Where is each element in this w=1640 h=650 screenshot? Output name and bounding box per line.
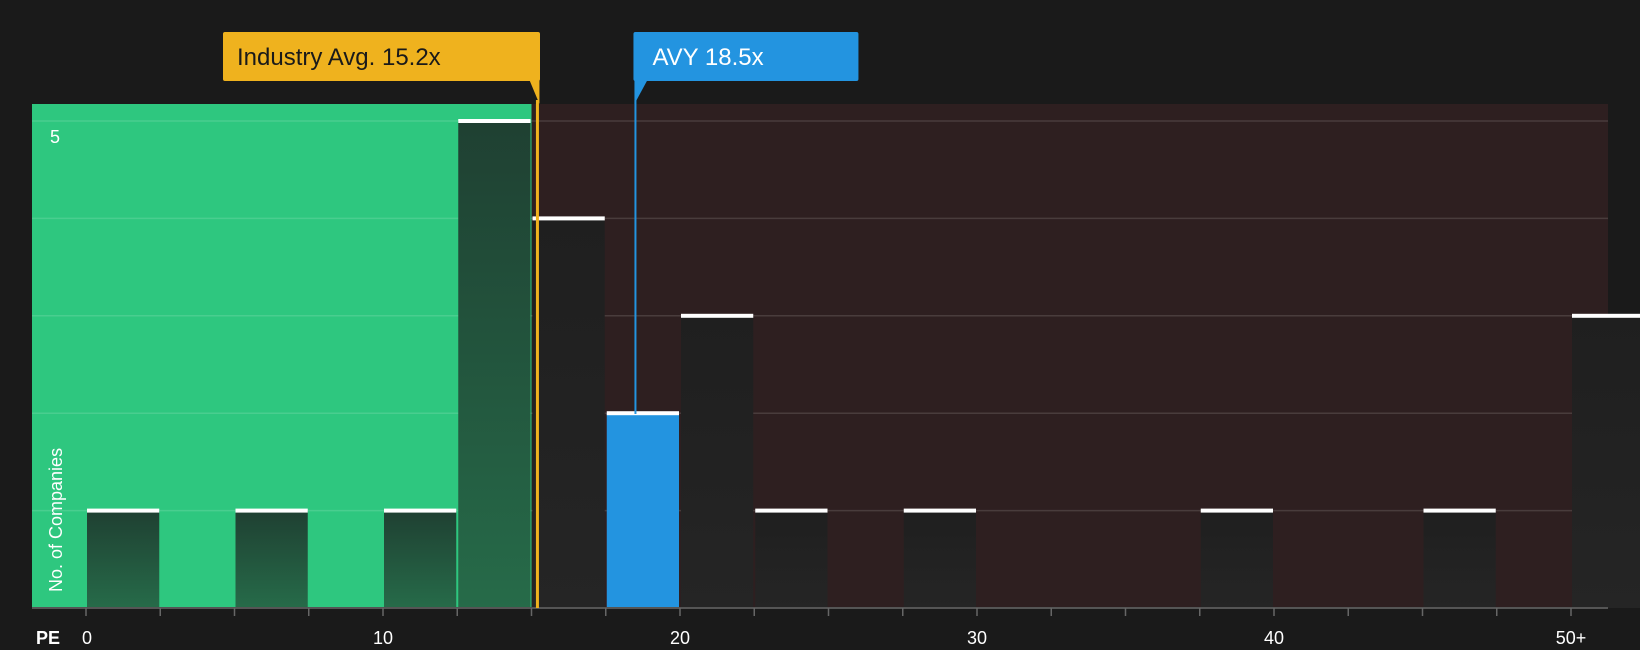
histogram-bar xyxy=(681,315,754,608)
x-tick-label: 20 xyxy=(670,628,690,648)
x-tick-label: 40 xyxy=(1264,628,1284,648)
histogram-bar xyxy=(606,413,679,608)
bar-cap xyxy=(681,313,754,318)
histogram-bar xyxy=(458,121,531,608)
histogram-bar xyxy=(532,218,605,608)
histogram-bar xyxy=(1572,315,1640,608)
histogram-bar xyxy=(235,510,308,608)
bar-cap xyxy=(903,508,976,513)
x-tick-label: 30 xyxy=(967,628,987,648)
bar-cap xyxy=(1572,313,1640,318)
pe-distribution-chart: 0 10 20 30 40 50+ 5 Industry Avg. 15.2x AVY 18.… xyxy=(32,32,1640,648)
histogram-bar xyxy=(903,510,976,608)
bar-cap xyxy=(87,508,160,513)
histogram-bar xyxy=(755,510,828,608)
x-tick-label: 0 xyxy=(82,628,92,648)
industry-avg-label: Industry Avg. 15.2x xyxy=(237,44,441,71)
bar-cap xyxy=(235,508,308,513)
histogram-bar xyxy=(1423,510,1496,608)
x-axis-prefix: PE xyxy=(36,628,60,648)
histogram-bar xyxy=(384,510,457,608)
bar-cap xyxy=(384,508,457,513)
y-axis-label: No. of Companies xyxy=(46,448,66,592)
x-tick-label: 50+ xyxy=(1556,628,1587,648)
histogram-bar xyxy=(87,510,160,608)
bar-cap xyxy=(532,216,605,221)
y-tick-label: 5 xyxy=(50,127,60,147)
bar-cap xyxy=(1200,508,1273,513)
company-label: AVY 18.5x xyxy=(652,44,763,71)
bar-cap xyxy=(755,508,828,513)
bar-cap xyxy=(458,119,531,123)
bar-cap xyxy=(606,411,679,416)
x-tick-label: 10 xyxy=(373,628,393,648)
histogram-bar xyxy=(1200,510,1273,608)
bar-cap xyxy=(1423,508,1496,513)
